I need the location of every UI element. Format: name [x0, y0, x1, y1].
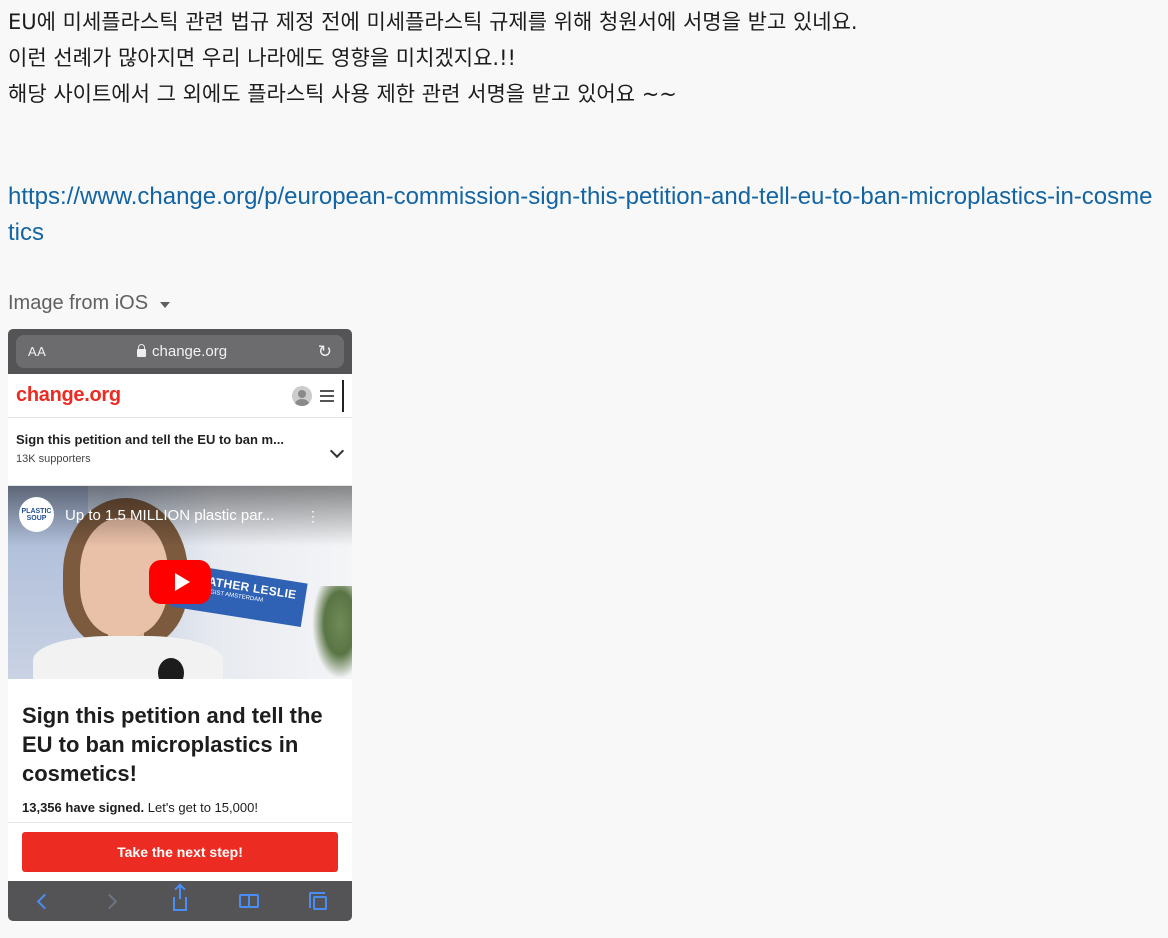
- petition-summary-title: Sign this petition and tell the EU to ba…: [16, 432, 284, 447]
- tabs-icon: [306, 890, 330, 912]
- speaker-shirt: [33, 636, 223, 679]
- message-line: EU에 미세플라스틱 관련 법규 제정 전에 미세플라스틱 규제를 위해 청원서…: [8, 10, 858, 34]
- url-text: change.org: [152, 343, 228, 360]
- attachment-header: Image from iOS: [8, 292, 171, 315]
- divider: [8, 822, 352, 823]
- bookmarks-icon: [237, 890, 261, 912]
- more-options-icon: ⋮: [306, 508, 320, 524]
- video-title: Up to 1.5 MILLION plastic par...: [65, 507, 275, 524]
- site-header-actions: [292, 379, 344, 412]
- site-logo: change.org: [16, 384, 121, 406]
- reload-icon: ↻: [317, 341, 332, 361]
- url-display: change.org: [137, 343, 227, 360]
- plant-image: [312, 586, 352, 679]
- attachment-title: Image from iOS: [8, 292, 149, 314]
- back-icon: [30, 890, 54, 912]
- safari-toolbar: [8, 881, 352, 921]
- supporters-count: 13K supporters: [16, 453, 91, 465]
- video-player: PLASTIC SOUP Up to 1.5 MILLION plastic p…: [8, 486, 352, 679]
- site-header: change.org: [8, 374, 352, 418]
- petition-body: Sign this petition and tell the EU to ba…: [8, 679, 352, 823]
- forward-icon: [99, 890, 123, 912]
- petition-summary-bar: Sign this petition and tell the EU to ba…: [8, 418, 352, 486]
- channel-logo: PLASTIC SOUP: [19, 497, 54, 532]
- safari-top-bar: AA change.org ↻: [8, 329, 352, 374]
- text-size-button: AA: [28, 344, 47, 359]
- attachment-dropdown-icon[interactable]: [160, 302, 171, 308]
- message-line: 해당 사이트에서 그 외에도 플라스틱 사용 제한 관련 서명을 받고 있어요 …: [8, 82, 677, 106]
- menu-icon: [320, 389, 334, 402]
- scroll-indicator: [342, 379, 344, 412]
- attached-image[interactable]: AA change.org ↻ change.org Sign this pet…: [8, 329, 352, 921]
- play-icon: [149, 560, 211, 604]
- signed-goal: Let's get to 15,000!: [147, 800, 258, 815]
- message-body: EU에 미세플라스틱 관련 법규 제정 전에 미세플라스틱 규제를 위해 청원서…: [8, 4, 1158, 112]
- petition-link[interactable]: https://www.change.org/p/european-commis…: [8, 179, 1158, 251]
- avatar-icon: [292, 385, 312, 406]
- share-icon: [168, 885, 192, 912]
- safari-url-bar: AA change.org ↻: [16, 335, 344, 368]
- signed-count: 13,356 have signed.: [22, 800, 145, 815]
- signature-progress: 13,356 have signed. Let's get to 15,000!: [22, 800, 338, 815]
- message-line: 이런 선례가 많아지면 우리 나라에도 영향을 미치겠지요.!!: [8, 46, 516, 70]
- next-step-button: Take the next step!: [22, 832, 338, 872]
- lock-icon: [137, 344, 147, 357]
- petition-title: Sign this petition and tell the EU to ba…: [22, 703, 323, 786]
